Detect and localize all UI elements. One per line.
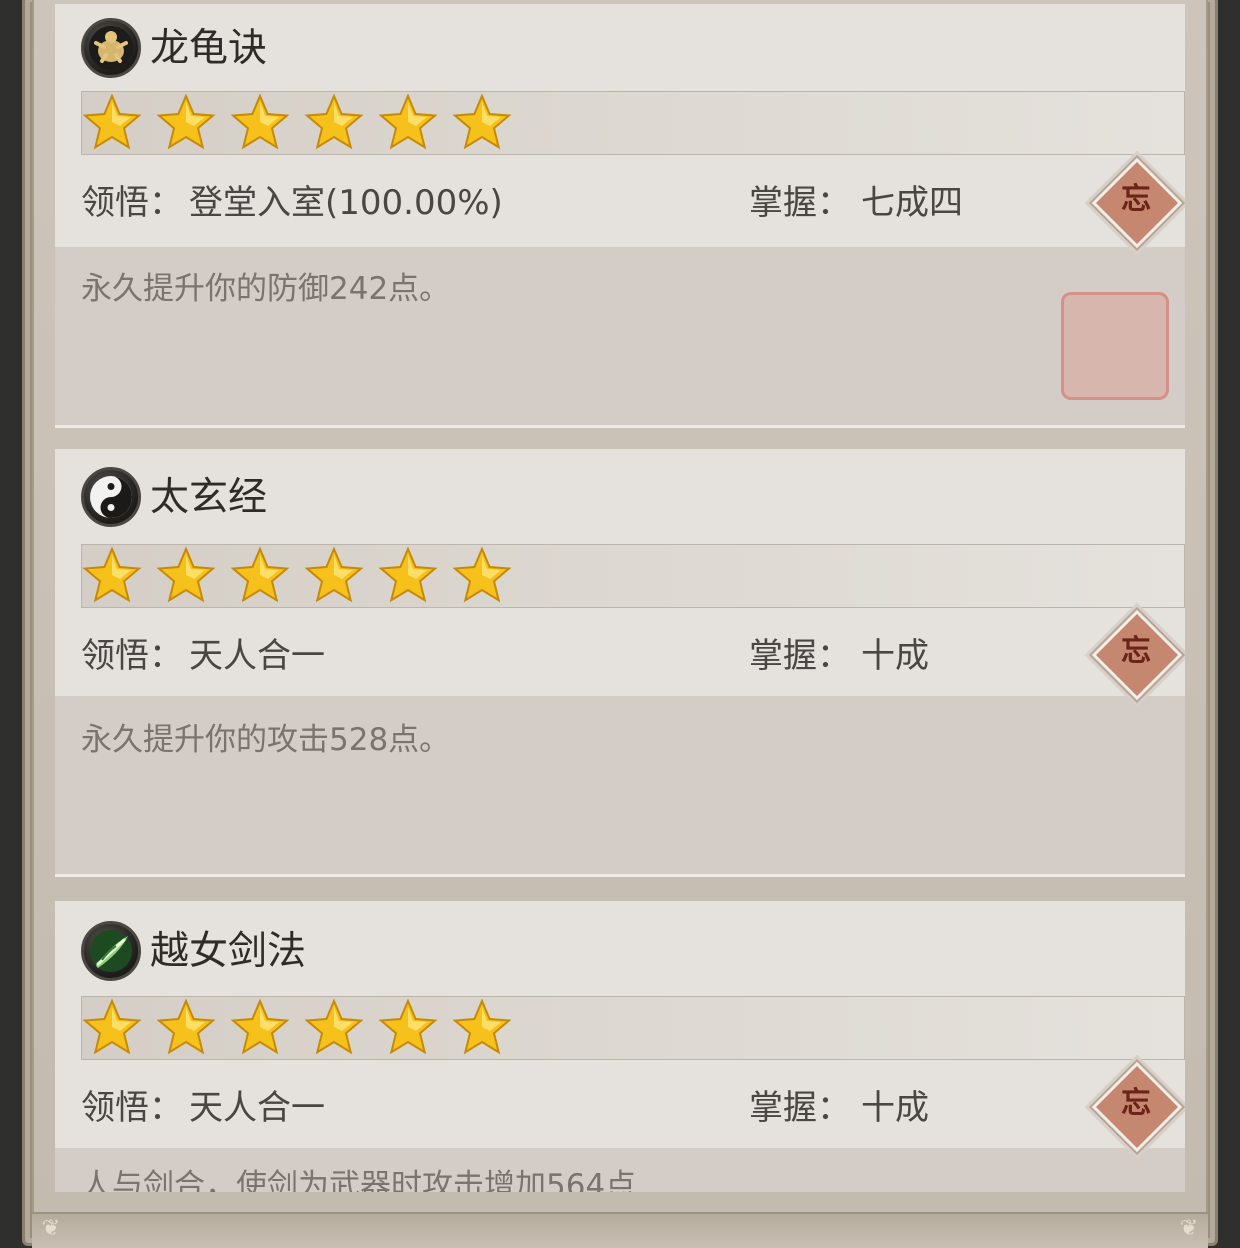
star-icon: [230, 93, 290, 150]
forget-badge-label[interactable]: 忘: [1105, 621, 1167, 683]
comprehension-label: 领悟：: [81, 1088, 183, 1128]
star-icon: [156, 998, 216, 1055]
mastery-label: 掌握：: [749, 183, 851, 223]
mastery-value: 七成四: [861, 183, 963, 223]
skill-card[interactable]: 越女剑法 领悟： 天人合一 掌握： 十成 忘 人与剑合，使剑为武器时攻击增加56…: [55, 901, 1185, 1192]
star-rating: [81, 996, 1185, 1060]
comprehension-label: 领悟：: [81, 183, 183, 223]
star-icon: [452, 998, 512, 1055]
star-icon: [304, 93, 364, 150]
mastery-value: 十成: [861, 1088, 929, 1128]
star-icon: [230, 998, 290, 1055]
skill-description: 人与剑合，使剑为武器时攻击增加564点: [81, 1168, 637, 1192]
comprehension-value: 天人合一: [189, 1088, 325, 1128]
yin-yang-icon: [81, 467, 141, 527]
star-icon: [230, 546, 290, 603]
star-icon: [452, 546, 512, 603]
star-icon: [304, 998, 364, 1055]
star-icon: [82, 93, 142, 150]
comprehension-value: 登堂入室(100.00%): [189, 183, 503, 223]
skill-name: 太玄经: [150, 475, 268, 520]
star-icon: [304, 546, 364, 603]
forget-badge-label[interactable]: 忘: [1105, 169, 1167, 231]
mastery-value: 十成: [861, 636, 929, 676]
dragon-turtle-icon: [81, 18, 141, 78]
green-sword-icon: [81, 921, 141, 981]
corner-ornament-left-icon: ❦: [41, 1216, 61, 1241]
star-rating: [81, 544, 1185, 608]
panel-bottom-border: [32, 1212, 1208, 1248]
corner-ornament-right-icon: ❦: [1179, 1216, 1199, 1241]
comprehension-label: 领悟：: [81, 636, 183, 676]
skill-description: 永久提升你的攻击528点。: [81, 722, 451, 758]
skill-description: 永久提升你的防御242点。: [81, 271, 451, 307]
star-icon: [156, 546, 216, 603]
star-icon: [156, 93, 216, 150]
seal-stamp: [1061, 292, 1169, 400]
skill-name: 龙龟诀: [150, 26, 268, 71]
mastery-label: 掌握：: [749, 1088, 851, 1128]
skill-name: 越女剑法: [150, 929, 307, 974]
star-icon: [378, 93, 438, 150]
skill-card[interactable]: 太玄经 领悟： 天人合一 掌握： 十成 忘 永久提升你的攻击528点。: [55, 449, 1185, 879]
mastery-label: 掌握：: [749, 636, 851, 676]
skill-list[interactable]: 龙龟诀 领悟： 登堂入室(100.00%) 掌握： 七成四 忘 永久提升你的防御…: [55, 0, 1185, 1192]
star-icon: [378, 998, 438, 1055]
comprehension-value: 天人合一: [189, 636, 325, 676]
star-rating: [81, 91, 1185, 155]
star-icon: [452, 93, 512, 150]
star-icon: [378, 546, 438, 603]
star-icon: [82, 546, 142, 603]
star-icon: [82, 998, 142, 1055]
skill-card[interactable]: 龙龟诀 领悟： 登堂入室(100.00%) 掌握： 七成四 忘 永久提升你的防御…: [55, 4, 1185, 428]
forget-badge-label[interactable]: 忘: [1105, 1073, 1167, 1135]
